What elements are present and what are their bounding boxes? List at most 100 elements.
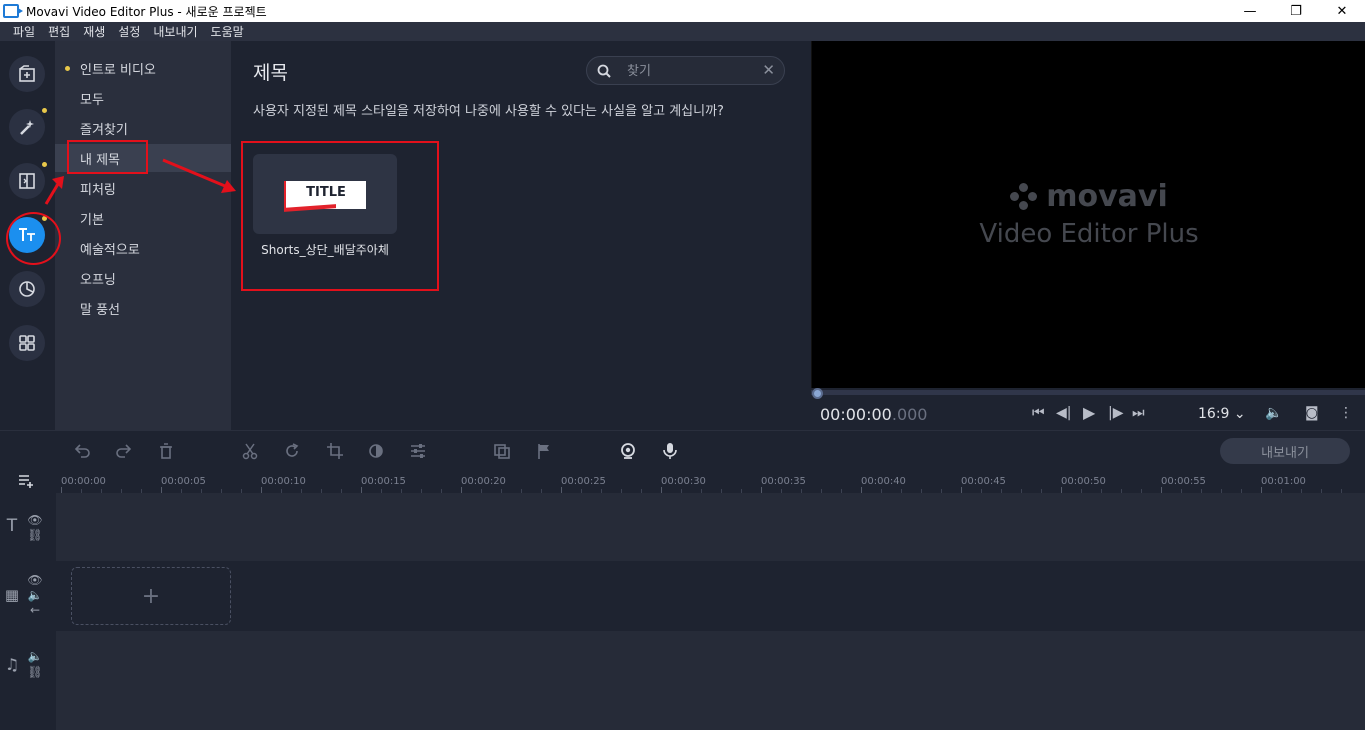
ruler-tick-label: 00:00:00 [61, 476, 106, 487]
audio-track-icon: ♫ [4, 654, 20, 674]
new-badge-dot [42, 108, 47, 113]
category-favorites[interactable]: 즐겨찾기 [55, 114, 231, 142]
crop-button[interactable] [325, 441, 345, 461]
aspect-ratio-select[interactable]: 16:9 ⌄ [1198, 406, 1246, 422]
watermark-logo: movavi Video Editor Plus [812, 179, 1365, 249]
webcam-record-button[interactable] [618, 441, 638, 461]
restore-button[interactable]: ❐ [1273, 0, 1319, 22]
new-badge-dot [65, 66, 70, 71]
category-speech-bubble[interactable]: 말 풍선 [55, 294, 231, 322]
prev-frame-icon[interactable]: ◀| [1056, 405, 1071, 421]
title-category-list: 인트로 비디오 모두 즐겨찾기 내 제목 피처링 기본 예술적으로 오프닝 말 … [55, 41, 231, 430]
clear-search-icon[interactable]: ✕ [762, 61, 775, 79]
video-preview[interactable]: movavi Video Editor Plus [811, 41, 1365, 388]
category-label: 예술적으로 [80, 242, 140, 258]
skip-start-icon[interactable]: ⏮ [1032, 405, 1045, 421]
product-name: Video Editor Plus [979, 218, 1199, 249]
brand-logo: movavi [1010, 179, 1168, 214]
track-visibility-icon[interactable]: 👁 [27, 572, 43, 588]
category-featured[interactable]: 피처링 [55, 174, 231, 202]
menu-export[interactable]: 내보내기 [153, 23, 197, 40]
overlay-button[interactable] [492, 441, 512, 461]
menu-settings[interactable]: 설정 [118, 23, 140, 40]
marker-button[interactable] [534, 441, 554, 461]
category-label: 즐겨찾기 [80, 122, 128, 138]
undo-button[interactable] [72, 441, 92, 461]
ruler-tick-label: 00:00:40 [861, 476, 906, 487]
text-track[interactable] [56, 493, 1365, 561]
redo-button[interactable] [114, 441, 134, 461]
track-link-icon[interactable]: ⛓ [27, 664, 43, 680]
filters-button[interactable] [9, 109, 45, 145]
color-adjust-button[interactable] [366, 441, 386, 461]
voice-record-button[interactable] [660, 441, 680, 461]
ruler-tick-label: 00:01:00 [1261, 476, 1306, 487]
add-media-dropzone[interactable]: + [71, 567, 231, 625]
track-volume-icon[interactable]: 🔈 [27, 648, 43, 664]
menu-file[interactable]: 파일 [13, 23, 35, 40]
audio-track[interactable] [56, 631, 1365, 730]
transitions-icon [19, 173, 35, 189]
category-artistic[interactable]: 예술적으로 [55, 234, 231, 262]
track-link-icon[interactable]: ⛓ [27, 527, 43, 543]
category-basic[interactable]: 기본 [55, 204, 231, 232]
add-track-icon [19, 475, 33, 488]
panel-heading: 제목 [253, 62, 288, 84]
rotate-icon [286, 443, 299, 457]
volume-icon[interactable]: 🔈 [1265, 405, 1282, 421]
sliders-icon [411, 444, 425, 458]
cut-button[interactable] [240, 441, 260, 461]
import-button[interactable] [9, 56, 45, 92]
next-frame-icon[interactable]: |▶ [1108, 405, 1123, 421]
play-icon[interactable]: ▶ [1083, 403, 1095, 422]
category-opening[interactable]: 오프닝 [55, 264, 231, 292]
ruler-tick-label: 00:00:05 [161, 476, 206, 487]
movavi-logo-icon [1010, 182, 1038, 211]
playhead-handle[interactable] [812, 388, 823, 399]
menu-help[interactable]: 도움말 [211, 23, 244, 40]
rotate-button[interactable] [282, 441, 302, 461]
track-back-icon[interactable]: ← [27, 602, 43, 618]
category-intro-video[interactable]: 인트로 비디오 [55, 54, 231, 82]
search-box[interactable]: ✕ [586, 56, 785, 85]
aspect-ratio-value: 16:9 [1198, 406, 1230, 422]
transitions-button[interactable] [9, 163, 45, 199]
search-icon [597, 64, 611, 78]
track-visibility-icon[interactable]: 👁 [27, 512, 43, 528]
annotation-circle-titles [6, 212, 61, 265]
clip-properties-button[interactable] [408, 441, 428, 461]
add-media-plus: + [141, 583, 161, 609]
more-tools-button[interactable] [9, 325, 45, 361]
timeline-ruler[interactable]: 00:00:00 00:00:05 00:00:10 00:00:15 00:00:20… [56, 470, 1365, 493]
timecode-ms: .000 [891, 405, 928, 424]
track-volume-icon[interactable]: 🔈 [27, 587, 43, 603]
search-input[interactable] [627, 61, 757, 81]
movavi-app-icon [3, 4, 23, 18]
close-button[interactable]: ✕ [1319, 0, 1365, 22]
minimize-button[interactable]: — [1227, 0, 1273, 22]
text-track-icon: T [6, 516, 18, 536]
crop-icon [327, 443, 343, 459]
ruler-tick-label: 00:00:10 [261, 476, 306, 487]
color-adjust-icon [369, 444, 383, 458]
menu-bar: 파일 편집 재생 설정 내보내기 도움말 [0, 22, 1365, 41]
delete-button[interactable] [156, 441, 176, 461]
video-track[interactable] [56, 561, 1365, 631]
timeline-toolbar: 내보내기 [0, 430, 1365, 470]
ruler-tick-label: 00:00:30 [661, 476, 706, 487]
category-all[interactable]: 모두 [55, 84, 231, 112]
playback-progress[interactable] [811, 390, 1365, 395]
magic-wand-icon [20, 120, 34, 135]
skip-end-icon[interactable]: ⏭ [1132, 405, 1145, 421]
snapshot-icon[interactable]: ◙ [1305, 405, 1319, 421]
add-track-button[interactable] [18, 473, 34, 489]
menu-playback[interactable]: 재생 [83, 23, 105, 40]
export-button[interactable]: 내보내기 [1220, 438, 1350, 464]
stickers-button[interactable] [9, 271, 45, 307]
category-label: 오프닝 [80, 272, 116, 288]
ruler-tick-label: 00:00:50 [1061, 476, 1106, 487]
menu-edit[interactable]: 편집 [48, 23, 70, 40]
more-options-icon[interactable]: ⋮ [1339, 405, 1353, 421]
category-label: 인트로 비디오 [80, 62, 156, 78]
trash-icon [160, 443, 172, 459]
